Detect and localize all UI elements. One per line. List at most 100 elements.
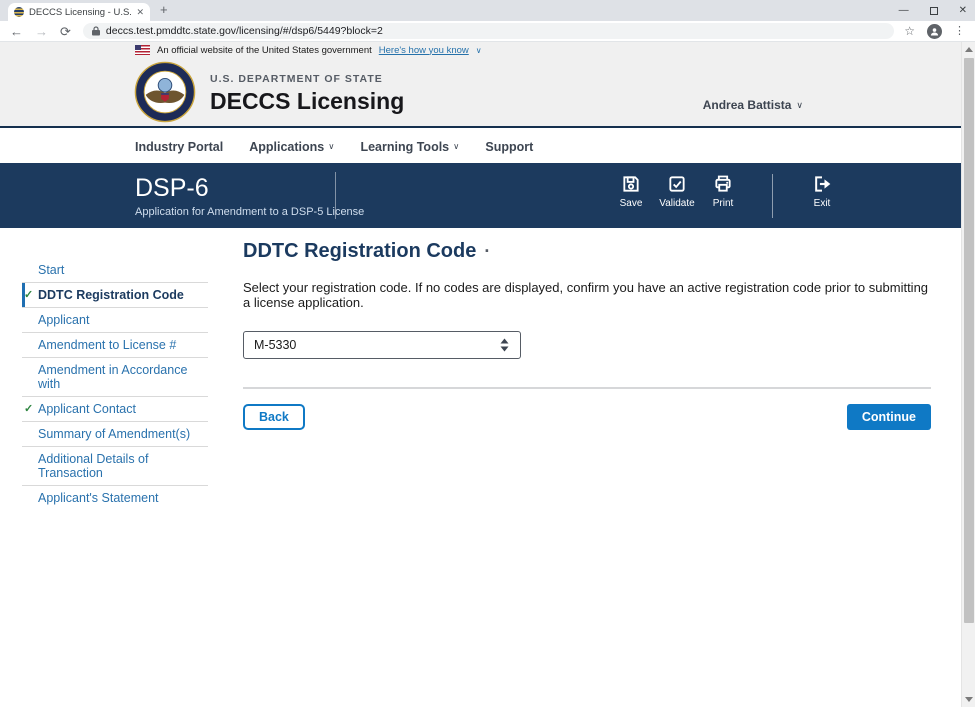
- registration-code-select[interactable]: M-5330: [243, 331, 521, 359]
- form-hero-bar: DSP-6 Application for Amendment to a DSP…: [0, 163, 961, 228]
- form-identity: DSP-6 Application for Amendment to a DSP…: [135, 174, 364, 218]
- sidebar-item-label: Summary of Amendment(s): [38, 427, 190, 441]
- tab-strip: DECCS Licensing - U.S. Departme ✕ + — ✕: [0, 0, 975, 21]
- tab-close-icon[interactable]: ✕: [136, 7, 144, 18]
- lock-icon: [92, 26, 100, 36]
- official-site-text: An official website of the United States…: [157, 45, 372, 56]
- sidebar-item-summary-of-amendments[interactable]: Summary of Amendment(s): [22, 422, 208, 447]
- us-flag-icon: [135, 45, 150, 55]
- agency-name: U.S. DEPARTMENT OF STATE: [210, 73, 404, 85]
- form-divider: [243, 387, 931, 389]
- gov-banner: An official website of the United States…: [0, 42, 961, 58]
- sidebar-item-start[interactable]: Start: [22, 258, 208, 283]
- print-button[interactable]: Print: [700, 174, 746, 209]
- browser-toolbar: ← → ⟳ deccs.test.pmddtc.state.gov/licens…: [0, 21, 975, 42]
- sidebar-item-label: Additional Details of Transaction: [38, 452, 148, 480]
- back-button[interactable]: ←: [10, 25, 23, 38]
- actions-divider: [772, 174, 773, 218]
- sidebar-item-amendment-in-accordance-with[interactable]: Amendment in Accordance with: [22, 358, 208, 397]
- sidebar-item-applicant[interactable]: Applicant: [22, 308, 208, 333]
- browser-menu-icon[interactable]: ⋮: [954, 26, 965, 37]
- validate-button[interactable]: Validate: [654, 174, 700, 209]
- new-tab-button[interactable]: +: [160, 2, 168, 17]
- scrollbar-thumb[interactable]: [964, 58, 974, 623]
- site-nav: Industry Portal Applications ∨ Learning …: [0, 130, 961, 163]
- nav-label: Learning Tools: [360, 140, 449, 154]
- required-marker: ·: [484, 241, 490, 262]
- sidebar-item-applicant-contact[interactable]: ✓ Applicant Contact: [22, 397, 208, 422]
- validate-icon: [667, 174, 687, 194]
- scrollbar-down-arrow[interactable]: [965, 697, 973, 702]
- nav-label: Applications: [249, 140, 324, 154]
- chevron-down-icon: ∨: [328, 141, 334, 152]
- form-code: DSP-6: [135, 174, 364, 203]
- form-description: Application for Amendment to a DSP-5 Lic…: [135, 206, 364, 218]
- exit-icon: [812, 174, 832, 194]
- window-close-button[interactable]: ✕: [959, 6, 967, 16]
- continue-button[interactable]: Continue: [847, 404, 931, 430]
- window-minimize-button[interactable]: —: [899, 6, 909, 16]
- sidebar-item-label: DDTC Registration Code: [38, 288, 184, 302]
- user-name: Andrea Battista: [703, 98, 792, 112]
- check-icon: ✓: [24, 288, 33, 302]
- state-department-seal: [134, 61, 196, 128]
- sidebar-item-label: Applicant's Statement: [38, 491, 159, 505]
- check-icon: ✓: [24, 402, 33, 416]
- sidebar-item-label: Applicant Contact: [38, 402, 136, 416]
- form-main-content: DDTC Registration Code · Select your reg…: [243, 240, 931, 430]
- nav-item-learning-tools[interactable]: Learning Tools ∨: [360, 140, 459, 154]
- exit-button[interactable]: Exit: [799, 174, 845, 209]
- nav-item-support[interactable]: Support: [485, 140, 533, 154]
- profile-avatar[interactable]: [927, 24, 942, 39]
- chevron-down-icon[interactable]: ∨: [476, 46, 482, 55]
- user-menu[interactable]: Andrea Battista ∨: [703, 98, 803, 112]
- sidebar-item-ddtc-registration-code[interactable]: ✓ DDTC Registration Code: [22, 283, 208, 308]
- sidebar-item-label: Amendment in Accordance with: [38, 363, 187, 391]
- address-bar[interactable]: deccs.test.pmddtc.state.gov/licensing/#/…: [83, 23, 894, 39]
- scrollbar-up-arrow[interactable]: [965, 47, 973, 52]
- page-description: Select your registration code. If no cod…: [243, 280, 931, 310]
- nav-item-industry-portal[interactable]: Industry Portal: [135, 140, 223, 154]
- save-icon: [621, 174, 641, 194]
- forward-button[interactable]: →: [35, 25, 48, 38]
- nav-label: Industry Portal: [135, 140, 223, 154]
- sidebar-item-label: Amendment to License #: [38, 338, 176, 352]
- print-icon: [713, 174, 733, 194]
- tab-title: DECCS Licensing - U.S. Departme: [29, 7, 131, 18]
- how-you-know-link[interactable]: Here's how you know: [379, 45, 469, 56]
- url-text: deccs.test.pmddtc.state.gov/licensing/#/…: [106, 25, 383, 37]
- back-form-button[interactable]: Back: [243, 404, 305, 430]
- toolbar-right: ☆ ⋮: [904, 24, 965, 39]
- sidebar-item-additional-details[interactable]: Additional Details of Transaction: [22, 447, 208, 486]
- sidebar-item-label: Applicant: [38, 313, 89, 327]
- header-text: U.S. DEPARTMENT OF STATE DECCS Licensing: [210, 73, 404, 115]
- hero-actions: Save Validate Print: [608, 174, 845, 218]
- browser-window: DECCS Licensing - U.S. Departme ✕ + — ✕ …: [0, 0, 975, 707]
- sidebar-item-amendment-to-license[interactable]: Amendment to License #: [22, 333, 208, 358]
- action-label: Validate: [659, 198, 694, 209]
- page-scrollbar[interactable]: [961, 42, 975, 707]
- action-label: Exit: [814, 198, 831, 209]
- page-title: DDTC Registration Code: [243, 240, 476, 263]
- sort-arrows-icon: [499, 338, 510, 352]
- bookmark-star-icon[interactable]: ☆: [904, 25, 915, 37]
- save-button[interactable]: Save: [608, 174, 654, 209]
- reload-button[interactable]: ⟳: [60, 25, 71, 38]
- nav-label: Support: [485, 140, 533, 154]
- site-favicon-icon: [14, 7, 24, 17]
- sidebar-item-applicants-statement[interactable]: Applicant's Statement: [22, 486, 208, 510]
- action-label: Save: [620, 198, 643, 209]
- form-footer: Back Continue: [243, 404, 931, 430]
- chevron-down-icon: ∨: [796, 100, 803, 111]
- page-title-row: DDTC Registration Code ·: [243, 240, 931, 263]
- form-section-sidebar: Start ✓ DDTC Registration Code Applicant…: [22, 258, 208, 510]
- nav-item-applications[interactable]: Applications ∨: [249, 140, 334, 154]
- selected-registration-code: M-5330: [254, 338, 296, 352]
- sidebar-item-label: Start: [38, 263, 64, 277]
- action-label: Print: [713, 198, 734, 209]
- person-icon: [930, 27, 939, 36]
- chevron-down-icon: ∨: [453, 141, 459, 152]
- browser-tab[interactable]: DECCS Licensing - U.S. Departme ✕: [8, 3, 150, 21]
- window-maximize-button[interactable]: [930, 7, 938, 15]
- window-controls: — ✕: [899, 0, 967, 21]
